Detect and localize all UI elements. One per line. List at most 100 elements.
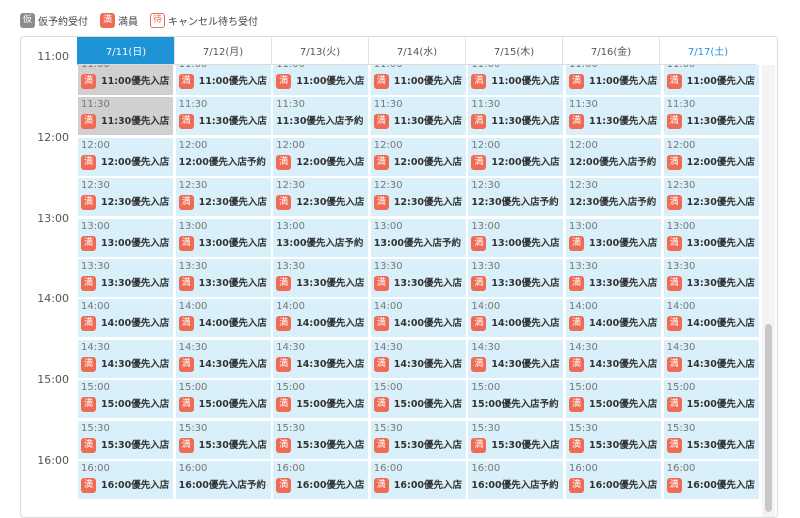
slot-full[interactable]: 15:30 満 15:30優先入店 <box>566 420 661 459</box>
slot-full[interactable]: 14:30 満 14:30優先入店 <box>273 339 369 378</box>
slot-full[interactable]: 15:30 満 15:30優先入店 <box>663 420 759 459</box>
slot-full[interactable]: 15:00 満 15:00優先入店 <box>663 380 759 419</box>
slot-full[interactable]: 11:00 満 11:00優先入店 <box>663 65 759 95</box>
slot-full[interactable]: 13:30 満 13:30優先入店 <box>370 259 466 297</box>
slot-full[interactable]: 15:30 満 15:30優先入店 <box>273 420 369 459</box>
slot-full[interactable]: 13:00 満 13:00優先入店 <box>663 218 759 257</box>
day-header-cell[interactable]: 7/15(木) <box>465 37 562 65</box>
slot-full[interactable]: 14:00 満 14:00優先入店 <box>78 299 173 338</box>
slot-full[interactable]: 14:30 満 14:30優先入店 <box>370 339 466 378</box>
slot-full[interactable]: 15:30 満 15:30優先入店 <box>78 420 173 459</box>
slot-full[interactable]: 16:00 満 16:00優先入店 <box>273 461 369 499</box>
slot-full[interactable]: 16:00 満 16:00優先入店 <box>78 461 173 499</box>
day-header-cell[interactable]: 7/11(日) <box>77 37 174 65</box>
slot-full[interactable]: 14:30 満 14:30優先入店 <box>663 339 759 378</box>
slot-open[interactable]: 13:00 13:00優先入店予約 <box>273 218 369 257</box>
slot-full[interactable]: 13:30 満 13:30優先入店 <box>78 259 173 297</box>
slot-full[interactable]: 14:30 満 14:30優先入店 <box>566 339 661 378</box>
slot-full[interactable]: 16:00 満 16:00優先入店 <box>663 461 759 499</box>
slot-full[interactable]: 11:30 満 11:30優先入店 <box>663 97 759 136</box>
slot-open[interactable]: 12:00 12:00優先入店予約 <box>175 137 271 176</box>
slot-time: 15:00 <box>81 382 110 394</box>
slot-full[interactable]: 13:00 満 13:00優先入店 <box>468 218 564 257</box>
slot-full[interactable]: 12:30 満 12:30優先入店 <box>273 178 369 217</box>
slot-label: 15:30優先入店 <box>589 439 658 451</box>
slot-full[interactable]: 11:30 満 11:30優先入店 <box>78 97 173 136</box>
slot-full[interactable]: 12:00 満 12:00優先入店 <box>370 137 466 176</box>
slot-full[interactable]: 15:00 満 15:00優先入店 <box>370 380 466 419</box>
slot-full[interactable]: 14:00 満 14:00優先入店 <box>468 299 564 338</box>
slot-open[interactable]: 15:00 15:00優先入店予約 <box>468 380 564 419</box>
full-badge: 満 <box>569 114 584 130</box>
slot-full[interactable]: 12:30 満 12:30優先入店 <box>78 178 173 217</box>
slot-full[interactable]: 15:30 満 15:30優先入店 <box>175 420 271 459</box>
slot-label: 12:00優先入店予約 <box>178 156 266 168</box>
slot-full[interactable]: 14:00 満 14:00優先入店 <box>663 299 759 338</box>
vertical-scrollbar[interactable] <box>762 65 775 517</box>
slot-full[interactable]: 15:00 満 15:00優先入店 <box>273 380 369 419</box>
slot-full[interactable]: 11:30 満 11:30優先入店 <box>175 97 271 136</box>
slot-full[interactable]: 13:00 満 13:00優先入店 <box>78 218 173 257</box>
slot-full[interactable]: 13:30 満 13:30優先入店 <box>273 259 369 297</box>
slot-full[interactable]: 11:30 満 11:30優先入店 <box>566 97 661 136</box>
slot-full[interactable]: 14:30 満 14:30優先入店 <box>468 339 564 378</box>
slot-open[interactable]: 11:30 11:30優先入店予約 <box>273 97 369 136</box>
slot-full[interactable]: 13:30 満 13:30優先入店 <box>175 259 271 297</box>
full-badge: 満 <box>373 397 389 413</box>
slot-full[interactable]: 13:30 満 13:30優先入店 <box>663 259 759 297</box>
slot-open[interactable]: 16:00 16:00優先入店予約 <box>468 461 564 499</box>
slot-full[interactable]: 14:30 満 14:30優先入店 <box>175 339 271 378</box>
slot-open[interactable]: 12:30 12:30優先入店予約 <box>566 178 661 217</box>
slot-full[interactable]: 12:30 満 12:30優先入店 <box>175 178 271 217</box>
slot-full[interactable]: 11:00 満 11:00優先入店 <box>370 65 466 95</box>
slot-full[interactable]: 12:00 満 12:00優先入店 <box>663 137 759 176</box>
slot-open[interactable]: 16:00 16:00優先入店予約 <box>175 461 271 499</box>
full-badge: 満 <box>178 235 194 251</box>
slot-time: 15:30 <box>569 422 598 434</box>
slot-full[interactable]: 13:00 満 13:00優先入店 <box>175 218 271 257</box>
slot-full[interactable]: 16:00 満 16:00優先入店 <box>566 461 661 499</box>
slot-time: 12:30 <box>666 180 696 192</box>
slot-full[interactable]: 15:00 満 15:00優先入店 <box>175 380 271 419</box>
slot-full[interactable]: 14:00 満 14:00優先入店 <box>175 299 271 338</box>
full-badge: 満 <box>666 74 682 89</box>
slot-full[interactable]: 11:30 満 11:30優先入店 <box>468 97 564 136</box>
slot-full[interactable]: 15:00 満 15:00優先入店 <box>566 380 661 419</box>
day-header-cell[interactable]: 7/14(水) <box>368 37 465 65</box>
slot-full[interactable]: 12:30 満 12:30優先入店 <box>370 178 466 217</box>
slot-full[interactable]: 11:00 満 11:00優先入店 <box>468 65 564 95</box>
slot-full[interactable]: 13:00 満 13:00優先入店 <box>566 218 661 257</box>
scrollbar-thumb[interactable] <box>765 324 772 512</box>
full-badge: 満 <box>81 397 96 413</box>
slot-time: 11:00 <box>667 65 696 70</box>
slot-full[interactable]: 12:00 満 12:00優先入店 <box>273 137 369 176</box>
slot-full[interactable]: 13:30 満 13:30優先入店 <box>468 259 564 297</box>
slot-open[interactable]: 12:00 12:00優先入店予約 <box>566 137 661 176</box>
slot-full[interactable]: 15:30 満 15:30優先入店 <box>370 420 466 459</box>
slot-full[interactable]: 14:00 満 14:00優先入店 <box>566 299 661 338</box>
slot-open[interactable]: 12:30 12:30優先入店予約 <box>468 178 564 217</box>
slot-full[interactable]: 13:30 満 13:30優先入店 <box>566 259 661 297</box>
slot-full[interactable]: 12:30 満 12:30優先入店 <box>663 178 759 217</box>
full-badge: 満 <box>569 316 584 332</box>
day-column: 11:00満11:00優先入店11:3011:30優先入店予約12:00満12:… <box>272 65 369 517</box>
day-header-cell[interactable]: 7/13(火) <box>271 37 368 65</box>
slot-full[interactable]: 14:30 満 14:30優先入店 <box>78 339 173 378</box>
slot-full[interactable]: 11:00 満 11:00優先入店 <box>566 65 661 95</box>
day-header-cell[interactable]: 7/17(土) <box>659 37 756 65</box>
slot-full[interactable]: 12:00 満 12:00優先入店 <box>468 137 564 176</box>
slot-open[interactable]: 13:00 13:00優先入店予約 <box>370 218 466 257</box>
slot-full[interactable]: 15:00 満 15:00優先入店 <box>78 380 173 419</box>
slot-full[interactable]: 11:00 満 11:00優先入店 <box>273 65 369 95</box>
slot-label: 11:30優先入店 <box>686 116 755 128</box>
slot-full[interactable]: 11:00 満 11:00優先入店 <box>78 65 173 95</box>
slot-full[interactable]: 11:00 満 11:00優先入店 <box>175 65 271 95</box>
slot-full[interactable]: 15:30 満 15:30優先入店 <box>468 420 564 459</box>
slot-full[interactable]: 16:00 満 16:00優先入店 <box>370 461 466 499</box>
day-header-cell[interactable]: 7/12(月) <box>174 37 271 65</box>
slot-full[interactable]: 12:00 満 12:00優先入店 <box>78 137 173 176</box>
day-header-cell[interactable]: 7/16(金) <box>562 37 659 65</box>
slot-full[interactable]: 14:00 満 14:00優先入店 <box>370 299 466 338</box>
slot-full[interactable]: 14:00 満 14:00優先入店 <box>273 299 369 338</box>
slot-full[interactable]: 11:30 満 11:30優先入店 <box>370 97 466 136</box>
